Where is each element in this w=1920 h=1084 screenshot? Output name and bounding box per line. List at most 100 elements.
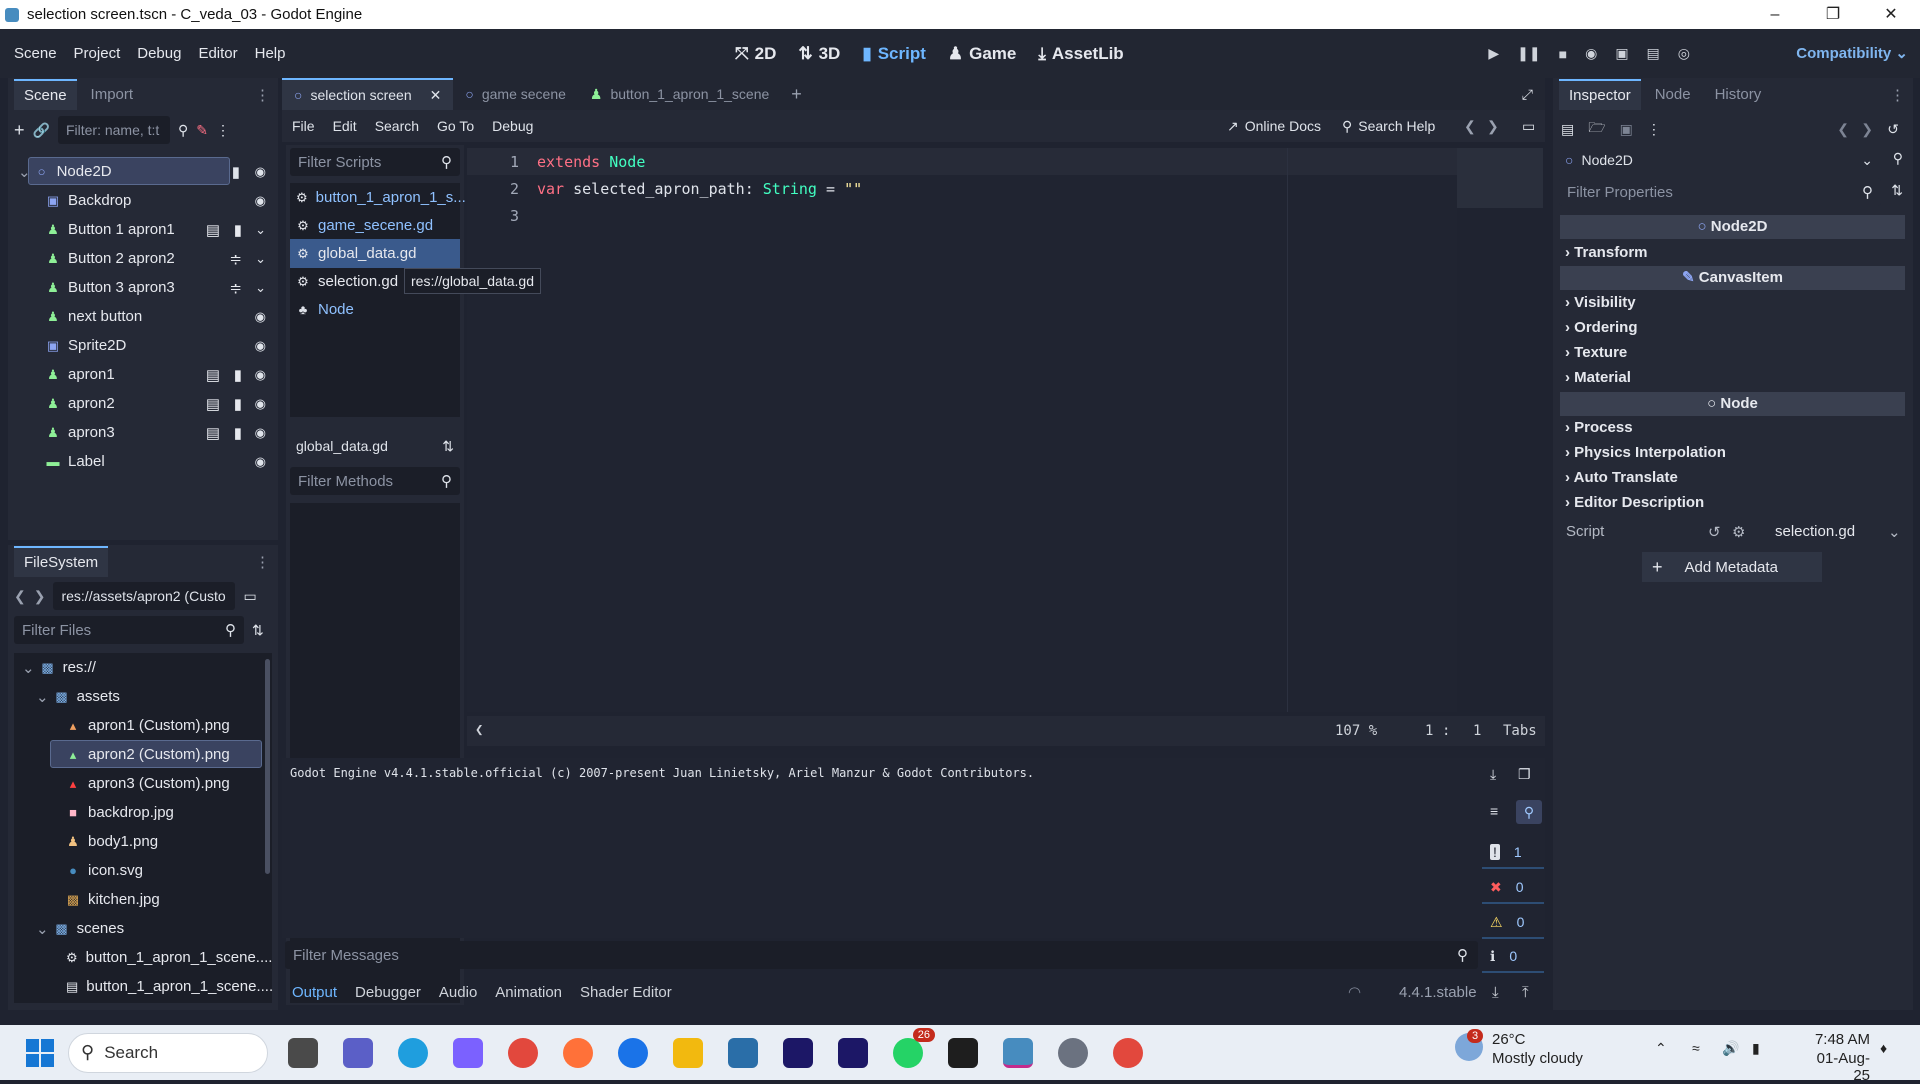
distraction-free-icon[interactable]: ⤢ xyxy=(1522,86,1533,103)
menu-project[interactable]: Project xyxy=(74,45,121,62)
script-attached-icon[interactable]: ▮ xyxy=(232,163,240,181)
scene-menu-icon[interactable]: ⋮ xyxy=(216,122,230,139)
menu-debug[interactable]: Debug xyxy=(137,45,181,62)
workspace-3d[interactable]: ⇅ 3D xyxy=(798,44,840,64)
weather-icon[interactable]: 3 xyxy=(1455,1029,1484,1061)
visibility-icon[interactable]: ◉ xyxy=(255,164,266,180)
script-item[interactable]: ♣ Node xyxy=(290,295,460,324)
remote-debug-icon[interactable]: ◉ xyxy=(1585,45,1597,62)
tab-history[interactable]: History xyxy=(1705,80,1772,109)
info-count[interactable]: ℹ0 xyxy=(1482,941,1544,973)
category-ordering[interactable]: › Ordering xyxy=(1565,319,1638,336)
volume-icon[interactable]: 🔊 xyxy=(1722,1040,1739,1057)
file-row[interactable]: ■ backdrop.jpg xyxy=(14,798,272,827)
toggle-scripts-panel-icon[interactable]: ❮ xyxy=(475,722,483,738)
tab-scene[interactable]: Scene xyxy=(14,78,77,110)
edge-icon[interactable] xyxy=(398,1037,428,1068)
resource-menu-icon[interactable]: ⋮ xyxy=(1647,121,1661,138)
attach-script-icon[interactable]: ✎ xyxy=(196,122,208,139)
code-minimap[interactable] xyxy=(1457,148,1543,208)
tab-import[interactable]: Import xyxy=(81,80,144,109)
tree-node[interactable]: ♟ Button 1 apron1 ▤ ▮ ⌄ xyxy=(8,215,278,244)
visibility-icon[interactable]: ◉ xyxy=(255,367,266,383)
folder-row[interactable]: ⌄ ▩ res:// xyxy=(14,653,272,682)
script-item[interactable]: ⚙ button_1_apron_1_s... xyxy=(290,183,466,212)
code-line[interactable]: 1 extends Node xyxy=(467,148,1457,175)
dock-menu-icon[interactable]: ⋮ xyxy=(255,553,270,571)
save-resource-icon[interactable]: ▣ xyxy=(1620,121,1633,138)
zoom-level[interactable]: 107 % xyxy=(1335,723,1377,739)
online-docs-button[interactable]: ↗ Online Docs xyxy=(1227,118,1321,135)
premiere-pro-icon[interactable] xyxy=(783,1037,813,1068)
forward-icon[interactable]: ❯ xyxy=(34,588,46,605)
back-icon[interactable]: ❮ xyxy=(14,588,26,605)
error-count[interactable]: ✖ 0 xyxy=(1482,872,1544,904)
pin-icon[interactable]: ⤓ xyxy=(1492,984,1499,1001)
history-back-icon[interactable]: ❮ xyxy=(1837,121,1849,138)
file-row[interactable]: ▩ kitchen.jpg xyxy=(14,885,272,914)
tree-node[interactable]: ♟ apron3 ▤ ▮ ◉ xyxy=(8,418,278,447)
revert-icon[interactable]: ↺ xyxy=(1708,523,1721,541)
clock-time[interactable]: 7:48 AM xyxy=(1800,1031,1870,1048)
tab-button-scene[interactable]: ♟ button_1_apron_1_scene xyxy=(578,86,781,103)
tab-output[interactable]: Output xyxy=(292,984,337,1001)
file-row[interactable]: ▤ button_1_apron_1_scene.... xyxy=(14,972,273,1001)
signal-icon[interactable]: ≑ xyxy=(229,279,242,297)
category-physics-interpolation[interactable]: › Physics Interpolation xyxy=(1565,444,1726,461)
object-history-icon[interactable]: ↺ xyxy=(1887,121,1899,138)
workspace-assetlib[interactable]: ⤓ AssetLib xyxy=(1038,44,1123,64)
file-row[interactable]: ▴ apron2 (Custom).png xyxy=(14,740,272,769)
category-texture[interactable]: › Texture xyxy=(1565,344,1627,361)
chevron-up-icon[interactable]: ⌃ xyxy=(1655,1040,1667,1057)
scrollbar[interactable] xyxy=(265,659,270,874)
renderer-select[interactable]: Compatibility ⌄ xyxy=(1796,29,1908,78)
category-material[interactable]: › Material xyxy=(1565,369,1631,386)
taskbar-search[interactable]: ⚲ Search xyxy=(68,1032,268,1073)
script-value[interactable]: selection.gd xyxy=(1775,523,1855,540)
search-help-button[interactable]: ⚲ Search Help xyxy=(1342,118,1435,135)
scene-instance-icon[interactable]: ▤ xyxy=(206,366,220,384)
app-icon[interactable] xyxy=(728,1037,758,1068)
whatsapp-icon[interactable]: 26 xyxy=(893,1027,935,1068)
app-icon[interactable] xyxy=(1058,1037,1088,1068)
visibility-icon[interactable]: ◉ xyxy=(255,309,266,325)
minimize-icon[interactable]: – xyxy=(1746,0,1804,29)
pause-icon[interactable]: ❚❚ xyxy=(1517,45,1540,62)
link-icon[interactable]: 🔗 xyxy=(33,122,50,139)
signal-icon[interactable]: ≑ xyxy=(229,250,242,268)
message-count[interactable]: ! 1 xyxy=(1482,837,1544,869)
code-editor[interactable]: 1 extends Node 2 var selected_apron_path: S… xyxy=(467,148,1543,712)
filter-methods-input[interactable]: Filter Methods ⚲ xyxy=(290,467,460,495)
save-log-icon[interactable]: ⤓ xyxy=(1490,766,1496,783)
add-metadata-button[interactable]: + Add Metadata xyxy=(1642,552,1822,582)
menu-help[interactable]: Help xyxy=(255,45,286,62)
visibility-icon[interactable]: ◉ xyxy=(255,193,266,209)
chevron-down-icon[interactable]: ⌄ xyxy=(255,280,266,296)
play-custom-scene-icon[interactable]: ▤ xyxy=(1647,45,1660,62)
battery-icon[interactable]: ▮ xyxy=(1752,1040,1760,1057)
script-attached-icon[interactable]: ▮ xyxy=(234,395,242,413)
code-line[interactable]: 2 var selected_apron_path: String = "" xyxy=(467,175,1457,202)
visibility-icon[interactable]: ◉ xyxy=(255,338,266,354)
tab-debugger[interactable]: Debugger xyxy=(355,984,421,1001)
figma-icon[interactable] xyxy=(948,1037,978,1068)
copy-log-icon[interactable]: ❐ xyxy=(1518,766,1531,783)
copilot-icon[interactable] xyxy=(453,1037,483,1068)
tree-node[interactable]: ▬ Label ◉ xyxy=(8,447,278,476)
notification-bell-icon[interactable]: ♦ xyxy=(1880,1040,1887,1056)
after-effects-icon[interactable] xyxy=(838,1037,868,1068)
history-forward-icon[interactable]: ❯ xyxy=(1861,121,1873,138)
script-attached-icon[interactable]: ▮ xyxy=(234,221,242,239)
close-window-icon[interactable]: ✕ xyxy=(1862,0,1920,29)
docs-icon[interactable]: ⚲ xyxy=(1893,150,1903,167)
tab-filesystem[interactable]: FileSystem xyxy=(14,545,109,577)
dock-menu-icon[interactable]: ⋮ xyxy=(255,86,270,104)
firefox-icon[interactable] xyxy=(563,1037,593,1068)
file-row[interactable]: ▴ apron1 (Custom).png xyxy=(14,711,272,740)
task-view-icon[interactable] xyxy=(288,1037,318,1068)
start-icon[interactable] xyxy=(26,1038,54,1067)
tab-shader-editor[interactable]: Shader Editor xyxy=(580,984,672,1001)
file-explorer-icon[interactable] xyxy=(673,1037,703,1068)
visibility-icon[interactable]: ◉ xyxy=(255,454,266,470)
script-menu-edit[interactable]: Edit xyxy=(333,118,357,134)
